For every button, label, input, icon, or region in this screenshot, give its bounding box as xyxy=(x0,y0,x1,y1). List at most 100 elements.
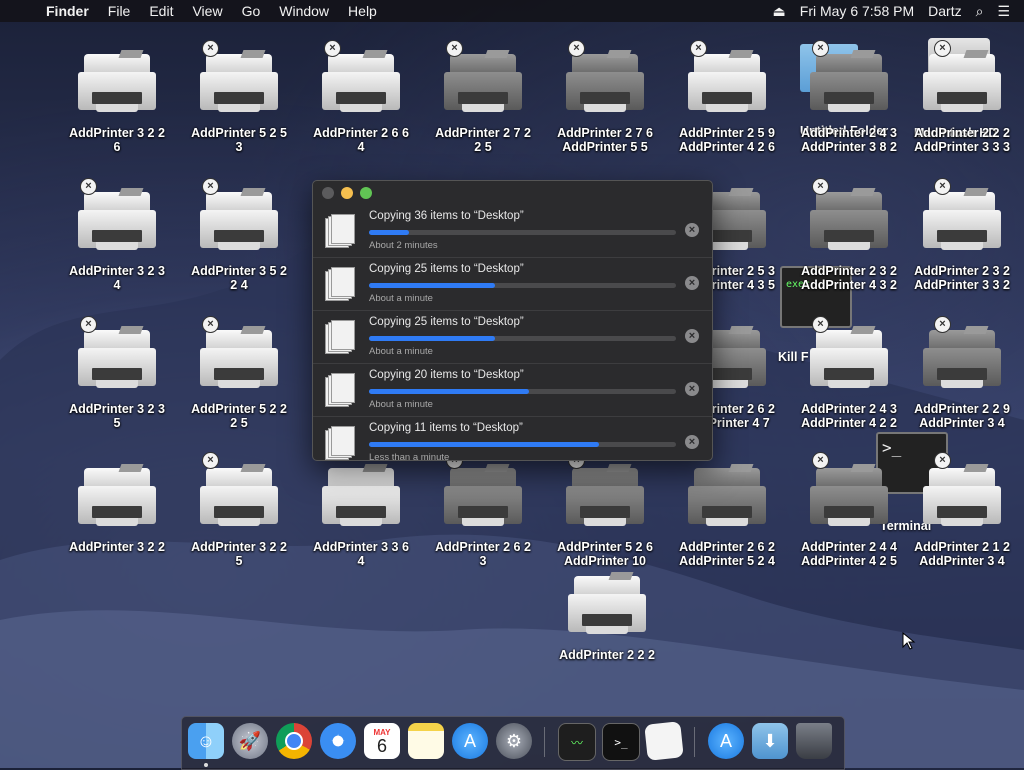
window-titlebar[interactable] xyxy=(313,181,712,205)
close-badge-icon[interactable]: × xyxy=(690,40,707,57)
menu-go[interactable]: Go xyxy=(242,3,261,19)
close-badge-icon[interactable]: × xyxy=(568,40,585,57)
desktop-icon[interactable]: AddPrinter 2 2 2 xyxy=(545,574,669,662)
icon-label: AddPrinter 3 3 6 4 xyxy=(313,540,409,568)
stop-copy-button[interactable]: × xyxy=(685,382,699,396)
copy-job: Copying 25 items to “Desktop” About a mi… xyxy=(313,257,712,310)
close-badge-icon[interactable]: × xyxy=(812,178,829,195)
activity-monitor-icon[interactable]: 〰 xyxy=(558,723,596,761)
downloads-folder-icon[interactable]: ⬇ xyxy=(752,723,788,759)
copy-job: Copying 11 items to “Desktop” Less than … xyxy=(313,416,712,469)
notification-center-icon[interactable]: ☰ xyxy=(997,3,1010,20)
desktop-icon[interactable]: AddPrinter 2 3 2 AddPrinter 3 3 2 xyxy=(900,190,1024,292)
app-store-icon-2[interactable]: A xyxy=(708,723,744,759)
menu-window[interactable]: Window xyxy=(279,3,329,19)
desktop-icon[interactable]: AddPrinter 3 5 2 2 4 xyxy=(177,190,301,292)
close-badge-icon[interactable]: × xyxy=(324,40,341,57)
desktop-icon[interactable]: AddPrinter 3 2 3 4 xyxy=(55,190,179,292)
safari-icon[interactable]: ✦ xyxy=(320,723,356,759)
desktop-icon[interactable]: AddPrinter 2 4 3 AddPrinter 4 2 2 xyxy=(787,328,911,430)
icon-label: AddPrinter 3 2 2 5 xyxy=(191,540,287,568)
window-zoom-button[interactable] xyxy=(360,187,372,199)
dock-separator xyxy=(544,727,545,757)
menu-finder[interactable]: Finder xyxy=(46,3,89,19)
desktop-icon[interactable]: AddPrinter 2 3 2 AddPrinter 4 3 2 xyxy=(787,190,911,292)
close-badge-icon[interactable]: × xyxy=(934,178,951,195)
close-badge-icon[interactable]: × xyxy=(812,316,829,333)
close-badge-icon[interactable]: × xyxy=(80,316,97,333)
desktop-icon[interactable]: AddPrinter 2 1 2 AddPrinter 3 4 xyxy=(900,466,1024,568)
eject-icon[interactable]: ⏏ xyxy=(773,3,786,20)
launchpad-icon[interactable]: 🚀 xyxy=(232,723,268,759)
desktop-icon[interactable]: AddPrinter 2 6 2 3 xyxy=(421,466,545,568)
desktop-icon[interactable]: AddPrinter 2 4 4 AddPrinter 4 2 5 xyxy=(787,466,911,568)
menu-edit[interactable]: Edit xyxy=(149,3,173,19)
copy-job-title: Copying 20 items to “Desktop” xyxy=(369,369,524,381)
icon-label: AddPrinter 2 4 3 AddPrinter 4 2 2 xyxy=(801,402,897,430)
documents-icon xyxy=(325,267,355,301)
icon-label: AddPrinter 2 2 9 AddPrinter 3 4 xyxy=(914,402,1010,430)
close-badge-icon[interactable]: × xyxy=(934,316,951,333)
close-badge-icon[interactable]: × xyxy=(446,40,463,57)
progress-bar xyxy=(369,442,676,447)
calendar-icon[interactable]: MAY 6 xyxy=(364,723,400,759)
stop-copy-button[interactable]: × xyxy=(685,223,699,237)
copy-job-title: Copying 25 items to “Desktop” xyxy=(369,316,524,328)
trash-icon[interactable] xyxy=(796,723,832,759)
chrome-icon[interactable] xyxy=(276,723,312,759)
desktop-icon[interactable]: AddPrinter 2 6 2 AddPrinter 5 2 4 xyxy=(665,466,789,568)
copy-job-status: About a minute xyxy=(369,346,433,357)
menu-file[interactable]: File xyxy=(108,3,131,19)
close-badge-icon[interactable]: × xyxy=(202,40,219,57)
spotlight-search-icon[interactable]: ⌕ xyxy=(976,3,984,20)
close-badge-icon[interactable]: × xyxy=(934,452,951,469)
notes-icon[interactable] xyxy=(408,723,444,759)
desktop-icon[interactable]: AddPrinter 5 2 2 2 5 xyxy=(177,328,301,430)
desktop-icon[interactable]: AddPrinter 3 2 2 6 xyxy=(55,52,179,154)
window-minimize-button[interactable] xyxy=(341,187,353,199)
close-badge-icon[interactable]: × xyxy=(934,40,951,57)
menu-view[interactable]: View xyxy=(192,3,222,19)
desktop-icon[interactable]: AddPrinter 2 4 3 AddPrinter 3 8 2 xyxy=(787,52,911,154)
desktop-icon[interactable]: AddPrinter 2 5 9 AddPrinter 4 2 6 xyxy=(665,52,789,154)
desktop-icon[interactable]: AddPrinter 2 7 6 AddPrinter 5 5 xyxy=(543,52,667,154)
icon-label: AddPrinter 2 6 2 3 xyxy=(435,540,531,568)
desktop-icon[interactable]: AddPrinter 2 2 2 AddPrinter 3 3 3 xyxy=(900,52,1024,154)
desktop-icon[interactable]: AddPrinter 2 2 9 AddPrinter 3 4 xyxy=(900,328,1024,430)
desktop-icon[interactable]: AddPrinter 5 2 6 AddPrinter 10 xyxy=(543,466,667,568)
app-store-icon[interactable]: A xyxy=(452,723,488,759)
stop-copy-button[interactable]: × xyxy=(685,435,699,449)
printer-icon xyxy=(810,328,888,394)
window-close-button[interactable] xyxy=(322,187,334,199)
dock-separator xyxy=(694,727,695,757)
textedit-icon[interactable] xyxy=(644,721,684,761)
menu-help[interactable]: Help xyxy=(348,3,377,19)
close-badge-icon[interactable]: × xyxy=(202,452,219,469)
documents-icon xyxy=(325,320,355,354)
stop-copy-button[interactable]: × xyxy=(685,329,699,343)
menubar-clock[interactable]: Fri May 6 7:58 PM xyxy=(800,3,914,19)
icon-label: AddPrinter 2 3 2 AddPrinter 4 3 2 xyxy=(801,264,897,292)
terminal-icon[interactable]: >_ xyxy=(602,723,640,761)
close-badge-icon[interactable]: × xyxy=(80,178,97,195)
desktop-icon[interactable]: AddPrinter 3 3 6 4 xyxy=(299,466,423,568)
close-badge-icon[interactable]: × xyxy=(812,40,829,57)
desktop-icon[interactable]: AddPrinter 2 7 2 2 5 xyxy=(421,52,545,154)
menubar-user[interactable]: Dartz xyxy=(928,3,961,19)
system-preferences-icon[interactable]: ⚙ xyxy=(496,723,532,759)
printer-icon xyxy=(923,190,1001,256)
close-badge-icon[interactable]: × xyxy=(202,178,219,195)
desktop-icon[interactable]: AddPrinter 5 2 5 3 xyxy=(177,52,301,154)
desktop-icon[interactable]: AddPrinter 2 6 6 4 xyxy=(299,52,423,154)
stop-copy-button[interactable]: × xyxy=(685,276,699,290)
printer-icon xyxy=(923,328,1001,394)
close-badge-icon[interactable]: × xyxy=(812,452,829,469)
desktop-icon[interactable]: AddPrinter 3 2 2 5 xyxy=(177,466,301,568)
finder-icon[interactable]: ☺ xyxy=(188,723,224,759)
desktop-icon[interactable]: AddPrinter 3 2 2 xyxy=(55,466,179,554)
icon-label: AddPrinter 3 2 3 5 xyxy=(69,402,165,430)
progress-bar xyxy=(369,389,676,394)
copy-progress-window: Copying 36 items to “Desktop” About 2 mi… xyxy=(312,180,713,463)
close-badge-icon[interactable]: × xyxy=(202,316,219,333)
desktop-icon[interactable]: AddPrinter 3 2 3 5 xyxy=(55,328,179,430)
